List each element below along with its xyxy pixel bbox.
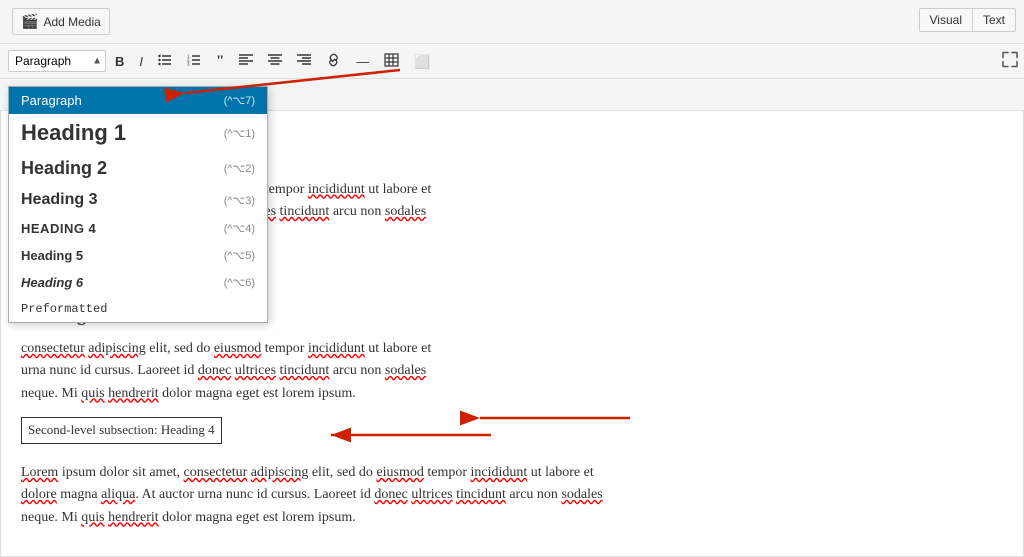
- dropdown-label-h1: Heading 1: [21, 120, 126, 146]
- link-button[interactable]: [320, 49, 347, 73]
- align-right-button[interactable]: [291, 49, 317, 73]
- dropdown-label-h6: Heading 6: [21, 275, 83, 290]
- dropdown-item-h4[interactable]: HEADING 4 (^⌥4): [9, 215, 267, 242]
- add-media-label: Add Media: [43, 15, 100, 29]
- dropdown-item-h5[interactable]: Heading 5 (^⌥5): [9, 242, 267, 269]
- dropdown-item-h1[interactable]: Heading 1 (^⌥1): [9, 114, 267, 152]
- horizontal-rule-button[interactable]: —: [350, 51, 375, 72]
- arrow-annotation-2: [321, 420, 501, 450]
- dropdown-shortcut-h1: (^⌥1): [224, 127, 255, 140]
- paragraph-3: consectetur adipiscing elit, sed do eius…: [21, 338, 1003, 405]
- align-left-button[interactable]: [233, 49, 259, 73]
- dropdown-shortcut-h3: (^⌥3): [224, 194, 255, 207]
- dropdown-item-h3[interactable]: Heading 3 (^⌥3): [9, 185, 267, 215]
- text-tab[interactable]: Text: [972, 8, 1016, 32]
- heading-4-box: Second-level subsection: Heading 4: [21, 417, 222, 444]
- format-select-wrapper: Paragraph Heading 1 Heading 2 Heading 3 …: [8, 50, 106, 72]
- ordered-list-button[interactable]: 1.2.3.: [181, 49, 207, 73]
- blockquote-button[interactable]: ": [210, 50, 230, 73]
- italic-button[interactable]: I: [133, 51, 149, 72]
- align-center-button[interactable]: [262, 49, 288, 73]
- unordered-list-button[interactable]: [152, 49, 178, 73]
- bold-button[interactable]: B: [109, 51, 130, 72]
- visual-tab[interactable]: Visual: [919, 8, 972, 32]
- dropdown-item-paragraph[interactable]: Paragraph (^⌥7): [9, 87, 267, 114]
- dropdown-label-h5: Heading 5: [21, 248, 83, 263]
- dropdown-item-h6[interactable]: Heading 6 (^⌥6): [9, 269, 267, 296]
- format-dropdown: Paragraph (^⌥7) Heading 1 (^⌥1) Heading …: [8, 86, 268, 323]
- dropdown-label-paragraph: Paragraph: [21, 93, 82, 108]
- paragraph-4: Lorem ipsum dolor sit amet, consectetur …: [21, 462, 1003, 529]
- dropdown-shortcut-h4: (^⌥4): [224, 222, 255, 235]
- add-media-button[interactable]: 🎬 Add Media: [12, 8, 110, 35]
- special-char-button[interactable]: ⬜: [408, 51, 436, 72]
- expand-button[interactable]: [1002, 52, 1018, 71]
- dropdown-label-h2: Heading 2: [21, 158, 107, 179]
- dropdown-shortcut-h2: (^⌥2): [224, 162, 255, 175]
- dropdown-label-h4: HEADING 4: [21, 221, 96, 236]
- dropdown-label-pre: Preformatted: [21, 302, 107, 316]
- table-button[interactable]: [378, 49, 405, 73]
- dropdown-shortcut-h6: (^⌥6): [224, 276, 255, 289]
- svg-text:3.: 3.: [187, 62, 191, 67]
- dropdown-shortcut-h5: (^⌥5): [224, 249, 255, 262]
- dropdown-shortcut-paragraph: (^⌥7): [224, 94, 255, 107]
- format-select[interactable]: Paragraph Heading 1 Heading 2 Heading 3 …: [8, 50, 106, 72]
- add-media-icon: 🎬: [21, 13, 38, 30]
- dropdown-label-h3: Heading 3: [21, 191, 97, 209]
- dropdown-item-h2[interactable]: Heading 2 (^⌥2): [9, 152, 267, 185]
- dropdown-item-pre[interactable]: Preformatted: [9, 296, 267, 322]
